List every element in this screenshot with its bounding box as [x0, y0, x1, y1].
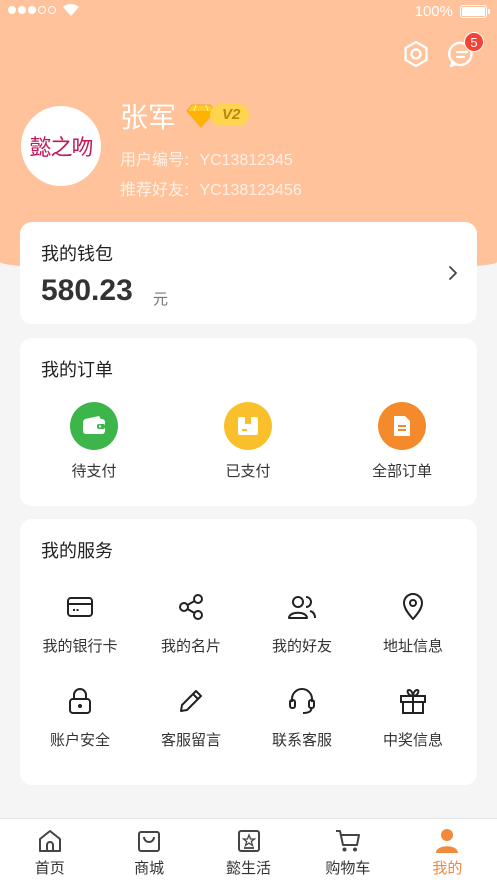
- service-label: 客服留言: [160, 731, 221, 749]
- service-contact-support[interactable]: 联系客服: [247, 685, 357, 750]
- bank-card-icon: [64, 591, 96, 623]
- home-icon: [0, 827, 99, 855]
- user-name: 张军: [120, 101, 177, 134]
- life-icon: [199, 827, 298, 855]
- box-icon: [224, 402, 272, 450]
- referrer-row: 推荐好友: YC138123456: [120, 176, 302, 200]
- tab-cart[interactable]: 购物车: [298, 819, 397, 883]
- avatar[interactable]: 懿之吻: [21, 106, 101, 186]
- shopping-bag-icon: [99, 827, 198, 855]
- service-friends[interactable]: 我的好友: [247, 591, 357, 656]
- order-paid[interactable]: 已支付: [188, 402, 308, 481]
- wifi-icon: [62, 3, 80, 21]
- share-icon: [175, 591, 207, 623]
- user-icon: [398, 827, 497, 855]
- pencil-icon: [175, 685, 207, 717]
- tab-label: 购物车: [325, 859, 371, 877]
- order-label: 待支付: [71, 462, 117, 480]
- tab-home[interactable]: 首页: [0, 819, 99, 883]
- gift-icon: [397, 685, 429, 717]
- service-prize-info[interactable]: 中奖信息: [358, 685, 468, 750]
- service-label: 中奖信息: [382, 731, 443, 749]
- service-label: 账户安全: [49, 731, 110, 749]
- battery-icon: [460, 5, 490, 18]
- service-label: 联系客服: [271, 731, 332, 749]
- services-card: 我的服务 我的银行卡 我的名片 我的好友 地址信息 账户安全 客服留言 联系客服…: [20, 519, 477, 785]
- location-icon: [397, 591, 429, 623]
- referrer-value: YC138123456: [199, 182, 302, 199]
- order-label: 全部订单: [371, 462, 432, 480]
- service-account-security[interactable]: 账户安全: [25, 685, 135, 750]
- vip-level: V2: [210, 104, 250, 126]
- tab-life[interactable]: 懿生活: [199, 819, 298, 883]
- chevron-right-icon: [447, 264, 459, 286]
- order-label: 已支付: [225, 462, 271, 480]
- orders-title: 我的订单: [41, 360, 113, 381]
- user-id-row: 用户编号: YC13812345: [120, 146, 293, 170]
- user-id-value: YC13812345: [199, 152, 293, 169]
- referrer-label: 推荐好友:: [120, 180, 190, 199]
- settings-button[interactable]: [400, 38, 432, 70]
- wallet-icon: [70, 402, 118, 450]
- order-all[interactable]: 全部订单: [342, 402, 462, 481]
- service-label: 我的名片: [160, 637, 221, 655]
- avatar-logo-text: 懿之吻: [29, 136, 93, 161]
- service-business-card[interactable]: 我的名片: [136, 591, 246, 656]
- service-label: 我的银行卡: [42, 637, 118, 655]
- wallet-unit: 元: [153, 290, 169, 308]
- settings-icon: [404, 40, 428, 68]
- service-customer-message[interactable]: 客服留言: [136, 685, 246, 750]
- battery-percentage: 100%: [414, 3, 453, 20]
- service-bank-card[interactable]: 我的银行卡: [25, 591, 135, 656]
- lock-icon: [64, 685, 96, 717]
- vip-badge: V2: [186, 102, 250, 128]
- cart-icon: [298, 827, 397, 855]
- tab-label: 懿生活: [226, 859, 272, 877]
- tab-mine[interactable]: 我的: [398, 819, 497, 883]
- orders-card: 我的订单 待支付 已支付 全部订单: [20, 338, 477, 506]
- friends-icon: [286, 591, 318, 623]
- tab-label: 我的: [432, 859, 463, 877]
- message-count-badge: 5: [464, 32, 484, 52]
- document-icon: [378, 402, 426, 450]
- tab-label: 首页: [34, 859, 65, 877]
- service-address[interactable]: 地址信息: [358, 591, 468, 656]
- wallet-card[interactable]: 我的钱包 580.23 元: [20, 222, 477, 324]
- bottom-tab-bar: 首页 商城 懿生活 购物车 我的: [0, 818, 497, 883]
- tab-label: 商城: [134, 859, 165, 877]
- headset-icon: [286, 685, 318, 717]
- signal-strength-icon: [8, 6, 56, 14]
- service-label: 地址信息: [382, 637, 443, 655]
- wallet-title: 我的钱包: [41, 244, 113, 265]
- order-pending-payment[interactable]: 待支付: [34, 402, 154, 481]
- wallet-amount: 580.23: [41, 274, 133, 307]
- tab-mall[interactable]: 商城: [99, 819, 198, 883]
- messages-button[interactable]: 5: [446, 32, 484, 70]
- services-title: 我的服务: [41, 541, 113, 562]
- status-bar: 100%: [0, 0, 497, 24]
- user-id-label: 用户编号:: [120, 150, 190, 169]
- service-label: 我的好友: [271, 637, 332, 655]
